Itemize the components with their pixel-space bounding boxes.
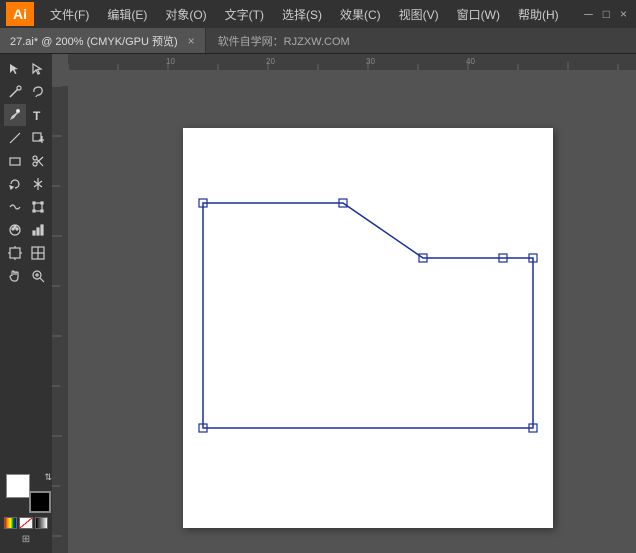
rotate-tool[interactable] xyxy=(4,173,26,195)
tab-website: 软件自学网：RJZXW.COM xyxy=(206,33,362,49)
selection-tool[interactable] xyxy=(4,58,26,80)
gradient-icon[interactable] xyxy=(35,517,48,529)
none-color-icon[interactable] xyxy=(19,517,32,529)
title-bar: Ai 文件(F) 编辑(E) 对象(O) 文字(T) 选择(S) 效果(C) 视… xyxy=(0,0,636,28)
menu-object[interactable]: 对象(O) xyxy=(157,4,214,25)
graph-tool[interactable] xyxy=(27,219,49,241)
line-tool[interactable] xyxy=(4,127,26,149)
svg-text:40: 40 xyxy=(466,57,475,66)
svg-text:30: 30 xyxy=(366,57,375,66)
type-tool[interactable]: T xyxy=(27,104,49,126)
tool-row-line xyxy=(2,127,50,149)
tool-row-symbol xyxy=(2,219,50,241)
tab-close-button[interactable]: × xyxy=(188,34,195,48)
tab-label: 27.ai* @ 200% (CMYK/GPU 预览) xyxy=(10,33,178,49)
zoom-tool[interactable] xyxy=(27,265,49,287)
menu-window[interactable]: 窗口(W) xyxy=(449,4,508,25)
window-minimize[interactable]: ─ xyxy=(581,7,596,21)
svg-text:T: T xyxy=(33,109,41,122)
swap-colors-icon[interactable]: ⇅ xyxy=(44,472,52,483)
menu-bar: 文件(F) 编辑(E) 对象(O) 文字(T) 选择(S) 效果(C) 视图(V… xyxy=(42,4,581,25)
stroke-fill-box: ⇅ xyxy=(4,472,52,514)
svg-text:20: 20 xyxy=(266,57,275,66)
reflect-tool[interactable] xyxy=(27,173,49,195)
main-layout: T xyxy=(0,54,636,553)
left-toolbar: T xyxy=(0,54,52,553)
tool-row-hand xyxy=(2,265,50,287)
ruler-top: 10 20 30 40 xyxy=(68,54,636,70)
color-area: ⇅ ⊞ xyxy=(2,468,50,549)
free-transform-tool[interactable] xyxy=(27,196,49,218)
warp-tool[interactable] xyxy=(4,196,26,218)
hand-tool[interactable] xyxy=(4,265,26,287)
vector-shape xyxy=(183,128,553,528)
lasso-tool[interactable] xyxy=(27,81,49,103)
scissors-tool[interactable] xyxy=(27,150,49,172)
slice-tool[interactable] xyxy=(27,242,49,264)
direct-selection-tool[interactable] xyxy=(27,58,49,80)
ai-logo: Ai xyxy=(6,2,34,26)
svg-text:10: 10 xyxy=(166,57,175,66)
window-close[interactable]: × xyxy=(617,7,630,21)
color-icon[interactable] xyxy=(4,517,17,529)
menu-edit[interactable]: 编辑(E) xyxy=(99,4,155,25)
menu-help[interactable]: 帮助(H) xyxy=(510,4,567,25)
tool-row-rotate xyxy=(2,173,50,195)
menu-file[interactable]: 文件(F) xyxy=(42,4,97,25)
rectangle-tool[interactable] xyxy=(4,150,26,172)
active-tab[interactable]: 27.ai* @ 200% (CMYK/GPU 预览) × xyxy=(0,28,206,53)
tool-row-pen: T xyxy=(2,104,50,126)
menu-view[interactable]: 视图(V) xyxy=(391,4,447,25)
tool-row-magic xyxy=(2,81,50,103)
menu-effect[interactable]: 效果(C) xyxy=(332,4,389,25)
tool-row-shape xyxy=(2,150,50,172)
artboard xyxy=(183,128,553,528)
screen-mode-button[interactable]: ⊞ xyxy=(4,534,48,545)
fill-color-box[interactable] xyxy=(6,474,30,498)
pen-tool[interactable] xyxy=(4,104,26,126)
tab-bar: 27.ai* @ 200% (CMYK/GPU 预览) × 软件自学网：RJZX… xyxy=(0,28,636,54)
menu-type[interactable]: 文字(T) xyxy=(217,4,272,25)
ruler-left xyxy=(52,86,68,553)
color-mode-row xyxy=(4,517,48,529)
symbol-tool[interactable] xyxy=(4,219,26,241)
canvas-content[interactable] xyxy=(84,86,636,553)
tool-row-warp xyxy=(2,196,50,218)
magic-wand-tool[interactable] xyxy=(4,81,26,103)
canvas-area[interactable]: 10 20 30 40 xyxy=(52,54,636,553)
stroke-color-box[interactable] xyxy=(29,491,51,513)
artboard-tool[interactable] xyxy=(4,242,26,264)
tool-row-artboard xyxy=(2,242,50,264)
shape-builder-tool[interactable] xyxy=(27,127,49,149)
window-maximize[interactable]: □ xyxy=(600,7,613,21)
menu-select[interactable]: 选择(S) xyxy=(274,4,330,25)
tool-row-selection xyxy=(2,58,50,80)
